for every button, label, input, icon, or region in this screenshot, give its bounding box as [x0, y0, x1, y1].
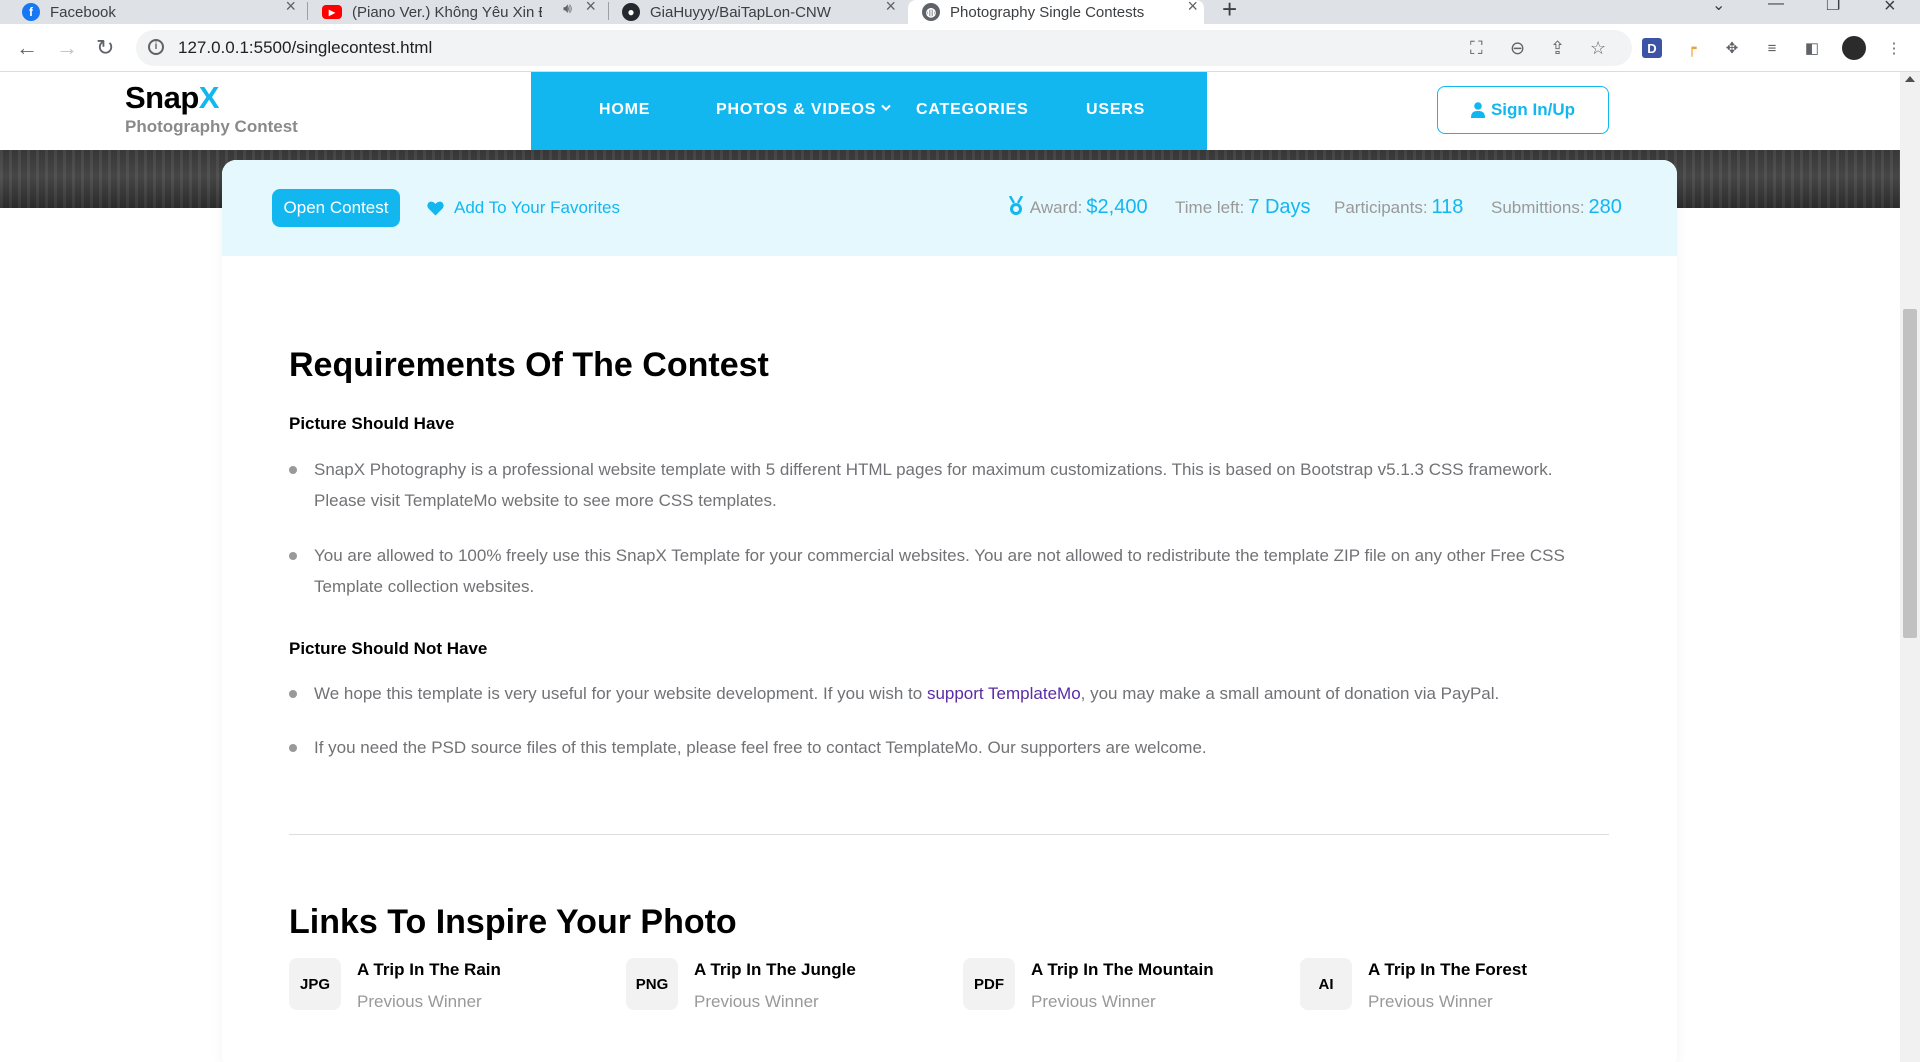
site-info-icon[interactable]: i: [148, 39, 164, 55]
time-left-stat: Time left: 7 Days: [1175, 196, 1311, 218]
inspire-link-title[interactable]: A Trip In The Rain: [357, 960, 501, 980]
add-to-favorites-link[interactable]: Add To Your Favorites: [427, 198, 620, 218]
chevron-down-icon: [881, 104, 891, 111]
file-type-badge: AI: [1300, 958, 1352, 1010]
list-item: You are allowed to 100% freely use this …: [289, 540, 1609, 602]
close-tab-icon[interactable]: ×: [885, 0, 896, 17]
side-panel-icon[interactable]: ◧: [1802, 38, 1822, 58]
inspire-link-title[interactable]: A Trip In The Mountain: [1031, 960, 1214, 980]
file-type-badge: PDF: [963, 958, 1015, 1010]
inspire-link-item[interactable]: AI A Trip In The Forest Previous Winner: [1300, 958, 1630, 1018]
section-divider: [289, 834, 1609, 835]
inspire-link-subtitle: Previous Winner: [1368, 992, 1493, 1011]
page-viewport: SnapX Photography Contest HOME PHOTOS & …: [0, 72, 1920, 1062]
tab-github[interactable]: ● GiaHuyyy/BaiTapLon-CNW ×: [622, 0, 902, 24]
browser-toolbar: ← → ↻ i 127.0.0.1:5500/singlecontest.htm…: [0, 24, 1920, 72]
new-tab-icon[interactable]: +: [1222, 0, 1237, 25]
nav-photos-videos[interactable]: PHOTOS & VIDEOS: [716, 101, 891, 119]
close-tab-icon[interactable]: ×: [585, 0, 596, 17]
brand-logo[interactable]: SnapX Photography Contest: [125, 80, 298, 137]
site-header: SnapX Photography Contest HOME PHOTOS & …: [0, 72, 1900, 150]
requirements-title: Requirements Of The Contest: [289, 346, 769, 384]
address-bar[interactable]: i 127.0.0.1:5500/singlecontest.html ⛶ ⊖ …: [136, 30, 1632, 66]
back-icon[interactable]: ←: [16, 35, 38, 61]
browser-tab-strip: f Facebook × ▶ (Piano Ver.) Không Yêu Xi…: [0, 0, 1920, 24]
submissions-stat: Submittions: 280: [1491, 196, 1622, 218]
inspire-link-subtitle: Previous Winner: [694, 992, 819, 1011]
reload-icon[interactable]: ↻: [96, 35, 114, 61]
inspire-link-title[interactable]: A Trip In The Jungle: [694, 960, 856, 980]
tab-separator: [307, 2, 308, 20]
list-item: We hope this template is very useful for…: [289, 678, 1609, 709]
inspire-link-item[interactable]: JPG A Trip In The Rain Previous Winner: [289, 958, 619, 1018]
brand-name: SnapX: [125, 80, 219, 115]
scroll-up-arrow-icon[interactable]: [1905, 76, 1915, 82]
extensions-puzzle-icon[interactable]: ✥: [1722, 38, 1742, 58]
contest-card: Open Contest Add To Your Favorites Award…: [222, 160, 1677, 1062]
url-text[interactable]: 127.0.0.1:5500/singlecontest.html: [178, 38, 432, 58]
media-controls-icon[interactable]: ≡: [1762, 38, 1782, 58]
brand-tagline: Photography Contest: [125, 117, 298, 136]
list-item: SnapX Photography is a professional webs…: [289, 454, 1609, 516]
inspire-link-item[interactable]: PNG A Trip In The Jungle Previous Winner: [626, 958, 956, 1018]
globe-icon: ◍: [922, 3, 940, 21]
scrollbar-thumb[interactable]: [1903, 309, 1917, 638]
should-not-have-title: Picture Should Not Have: [289, 639, 488, 658]
forward-icon[interactable]: →: [56, 35, 78, 61]
youtube-icon: ▶: [322, 5, 342, 19]
translate-icon[interactable]: ⛶: [1470, 38, 1483, 59]
file-type-badge: JPG: [289, 958, 341, 1010]
share-icon[interactable]: ⇪: [1550, 38, 1565, 59]
file-type-badge: PNG: [626, 958, 678, 1010]
tab-facebook[interactable]: f Facebook ×: [22, 0, 302, 24]
user-icon: [1470, 102, 1485, 118]
award-stat: Award: $2,400: [1008, 195, 1148, 219]
inspire-link-item[interactable]: PDF A Trip In The Mountain Previous Winn…: [963, 958, 1293, 1018]
profile-avatar-icon[interactable]: [1842, 36, 1866, 60]
inspire-title: Links To Inspire Your Photo: [289, 903, 737, 941]
inspire-link-subtitle: Previous Winner: [1031, 992, 1156, 1011]
main-navigation: HOME PHOTOS & VIDEOS CATEGORIES USERS: [531, 72, 1207, 150]
tab-search-icon[interactable]: ⌄: [1712, 0, 1725, 15]
nav-users[interactable]: USERS: [1086, 101, 1145, 119]
tab-photography-single-contests[interactable]: ◍ Photography Single Contests ×: [908, 0, 1204, 24]
tab-separator: [608, 2, 609, 20]
nav-home[interactable]: HOME: [599, 101, 650, 119]
list-item: If you need the PSD source files of this…: [289, 732, 1609, 763]
zoom-icon[interactable]: ⊖: [1510, 38, 1525, 59]
heart-icon: [427, 201, 444, 215]
inspire-link-title[interactable]: A Trip In The Forest: [1368, 960, 1527, 980]
tab-youtube[interactable]: ▶ (Piano Ver.) Không Yêu Xin Đừng... 🔊︎ …: [322, 0, 602, 24]
close-tab-icon[interactable]: ×: [285, 0, 296, 17]
extension-tool-icon[interactable]: ┍: [1682, 38, 1702, 58]
inspire-link-subtitle: Previous Winner: [357, 992, 482, 1011]
minimize-icon[interactable]: —: [1768, 0, 1784, 13]
nav-categories[interactable]: CATEGORIES: [916, 101, 1029, 119]
medal-icon: [1008, 195, 1024, 215]
support-templatemo-link[interactable]: support TemplateMo: [927, 684, 1081, 703]
open-contest-button[interactable]: Open Contest: [272, 189, 400, 227]
menu-kebab-icon[interactable]: ⋮: [1884, 38, 1904, 58]
contest-info-bar: Open Contest Add To Your Favorites Award…: [222, 160, 1677, 256]
close-window-icon[interactable]: ×: [1884, 0, 1896, 18]
should-have-title: Picture Should Have: [289, 414, 455, 433]
github-icon: ●: [622, 3, 640, 21]
bookmark-star-icon[interactable]: ☆: [1590, 38, 1606, 59]
sign-in-button[interactable]: Sign In/Up: [1437, 86, 1609, 134]
extension-d-icon[interactable]: D: [1642, 38, 1662, 58]
participants-stat: Participants: 118: [1334, 196, 1464, 218]
facebook-icon: f: [22, 3, 40, 21]
page-scrollbar[interactable]: [1900, 72, 1920, 1062]
close-tab-icon[interactable]: ×: [1187, 0, 1198, 17]
speaker-icon[interactable]: 🔊︎: [563, 0, 572, 17]
restore-icon[interactable]: ❐: [1826, 0, 1840, 15]
